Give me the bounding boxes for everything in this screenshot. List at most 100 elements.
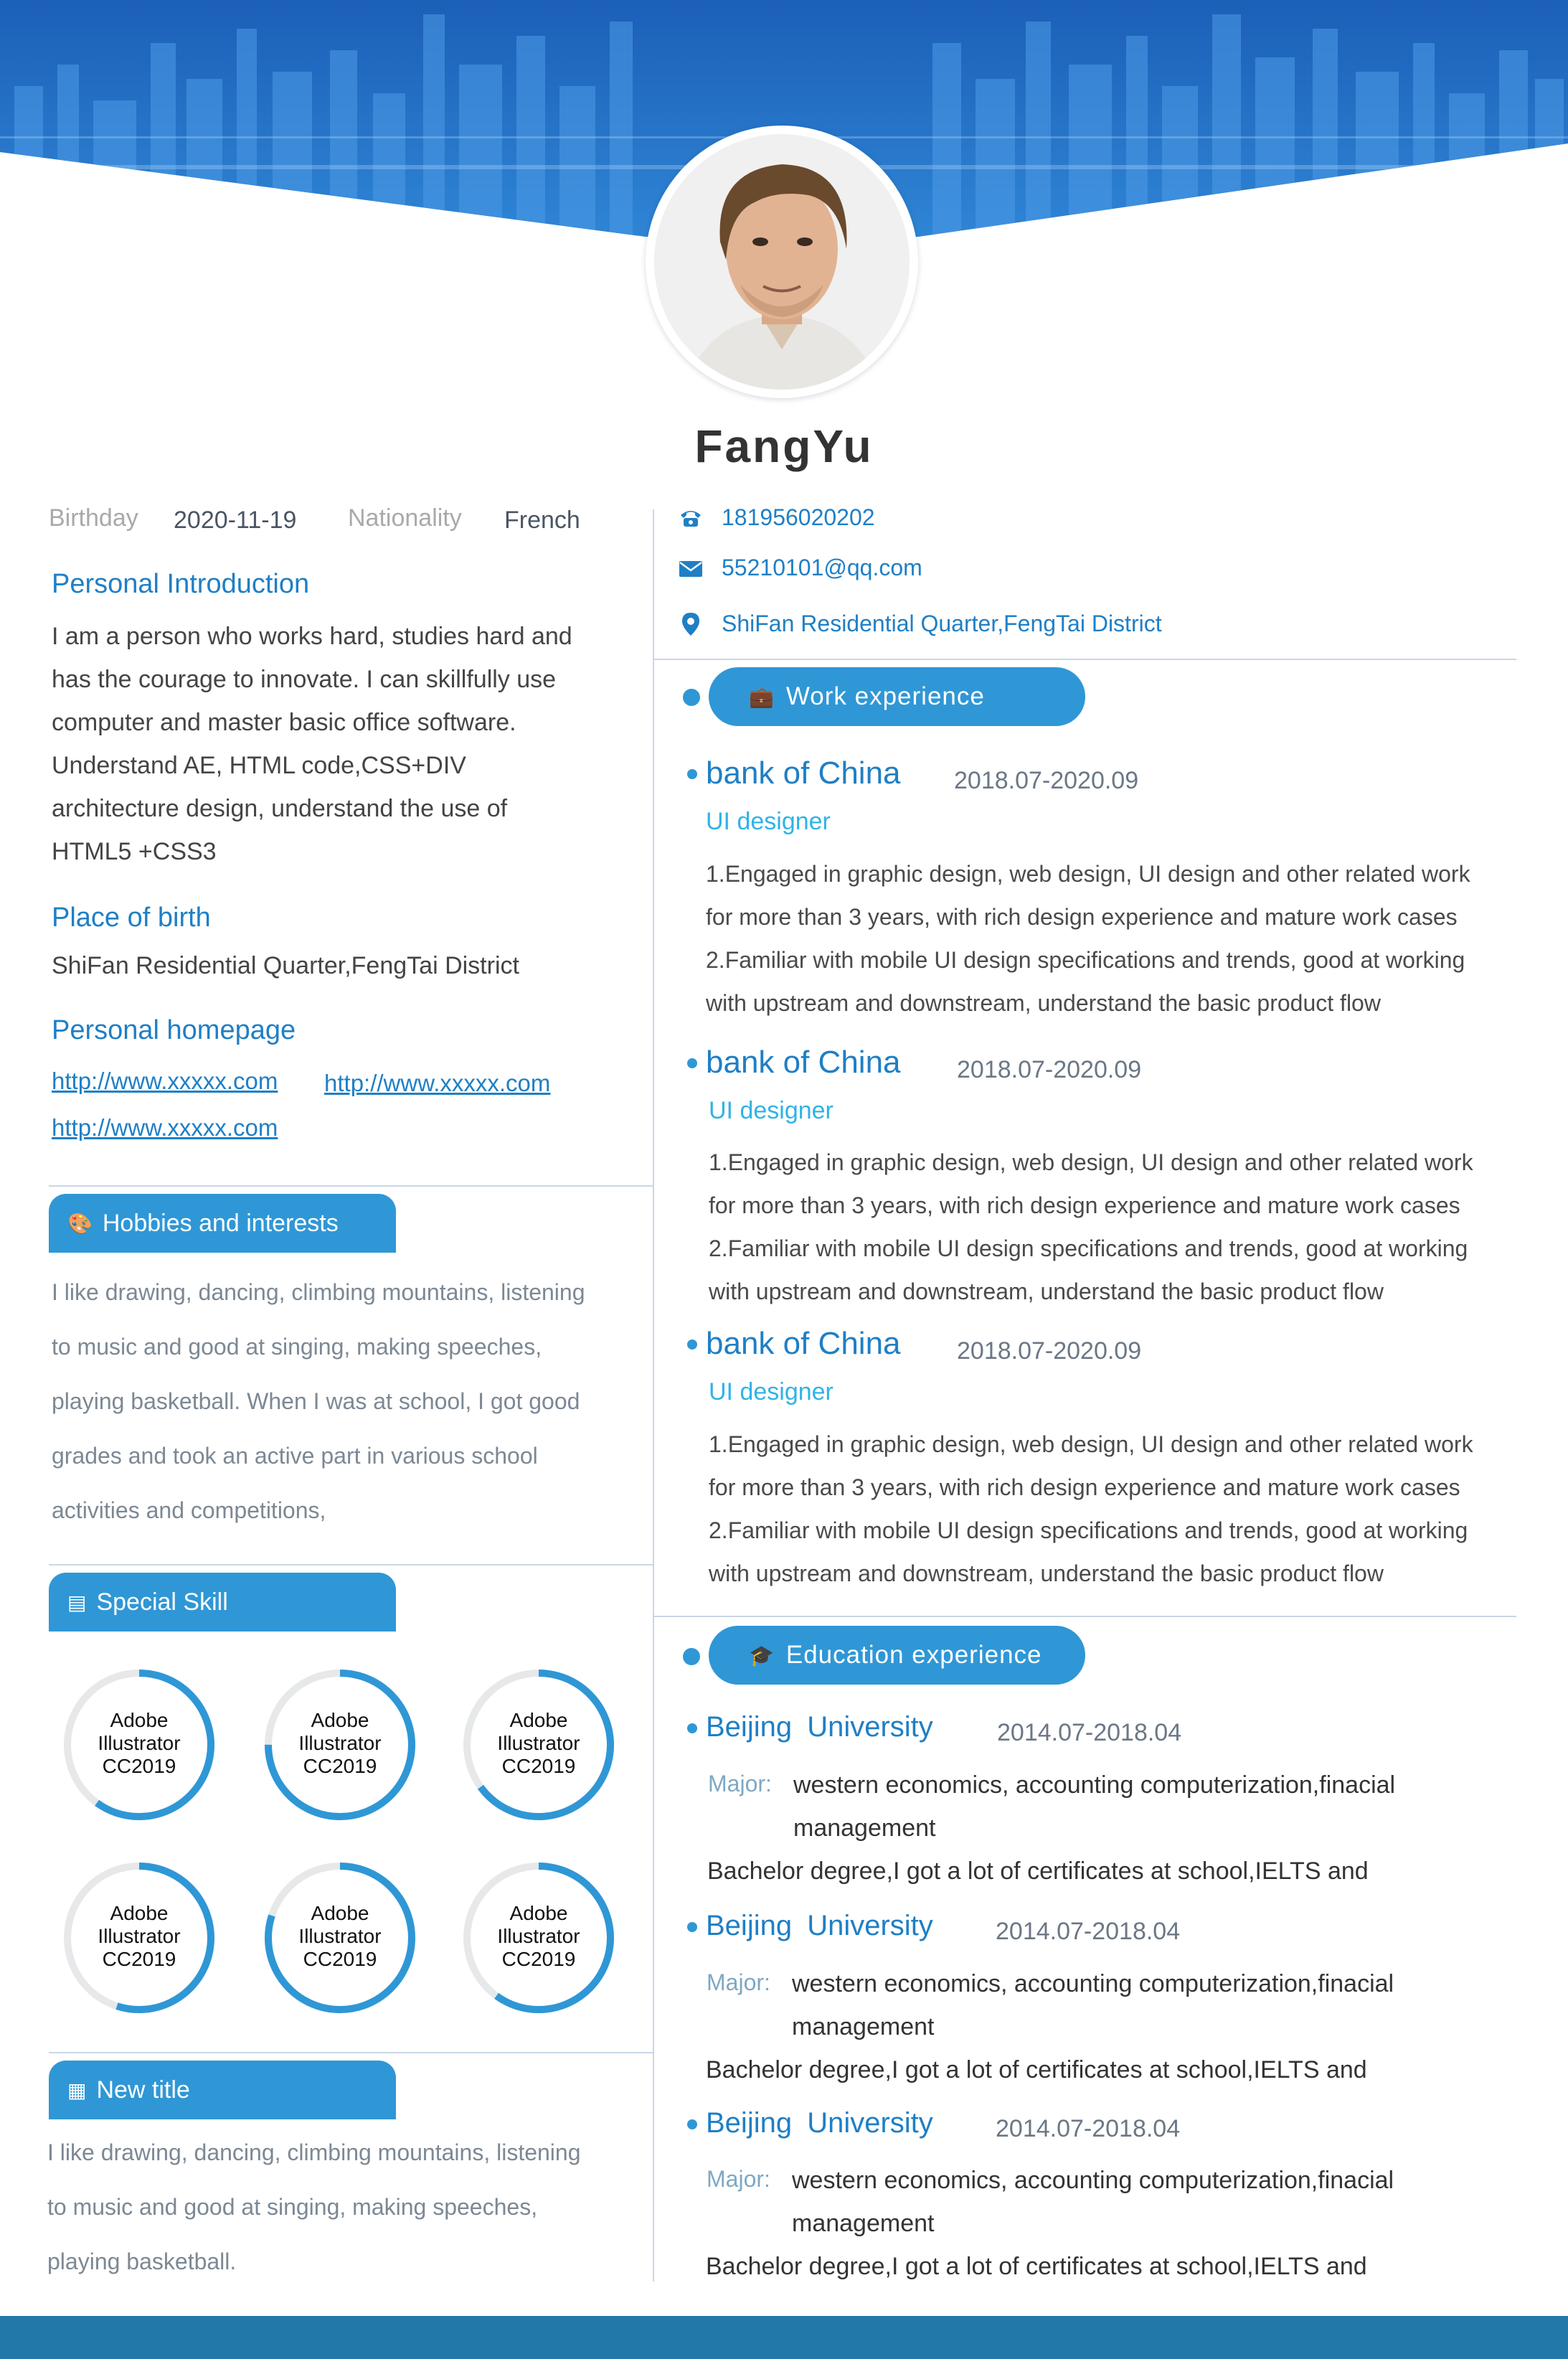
hobbies-header: 🎨 Hobbies and interests — [49, 1194, 396, 1253]
nationality-label: Nationality — [348, 504, 462, 532]
skill-circle: Adobe Illustrator CC2019 — [461, 1860, 616, 2015]
major-text: western economics, accounting computeriz… — [792, 1970, 1394, 2040]
skill-label: Adobe Illustrator CC2019 — [461, 1902, 616, 1971]
skill-circle: Adobe Illustrator CC2019 — [62, 1860, 217, 2015]
homepage-link-1[interactable]: http://www.xxxxx.com — [52, 1068, 278, 1095]
education-date: 2014.07-2018.04 — [996, 2115, 1181, 2142]
skill-label-line: Illustrator — [98, 1732, 181, 1754]
timeline-dot — [687, 1058, 697, 1068]
skill-circle: Adobe Illustrator CC2019 — [461, 1667, 616, 1822]
education-header: 🎓 Education experience — [709, 1626, 1085, 1685]
skill-label-line: Adobe — [509, 1902, 568, 1924]
major-text: western economics, accounting computeriz… — [793, 1771, 1396, 1842]
company-name: bank of China — [706, 1326, 901, 1361]
address: ShiFan Residential Quarter,FengTai Distr… — [722, 611, 1162, 636]
divider — [49, 1185, 653, 1187]
skill-label: Adobe Illustrator CC2019 — [263, 1902, 417, 1971]
job-role: UI designer — [709, 1378, 833, 1405]
work-header: 💼 Work experience — [709, 667, 1085, 726]
skill-label: Adobe Illustrator CC2019 — [62, 1902, 217, 1971]
education-date: 2014.07-2018.04 — [997, 1719, 1182, 1746]
birthday-label: Birthday — [49, 504, 138, 532]
major-label: Major: — [707, 2166, 770, 2192]
skill-label-line: Adobe — [311, 1902, 369, 1924]
timeline-dot — [687, 1922, 697, 1932]
company-name: bank of China — [706, 1045, 901, 1080]
skill-label-line: Illustrator — [497, 1925, 580, 1947]
divider — [49, 1564, 653, 1565]
school-name: Beijing University — [706, 1711, 933, 1743]
timeline-dot — [687, 769, 697, 779]
hobbies-text: I like drawing, dancing, climbing mounta… — [52, 1279, 585, 1523]
birthplace-value: ShiFan Residential Quarter,FengTai Distr… — [52, 952, 519, 979]
skill-circle: Adobe Illustrator CC2019 — [263, 1860, 417, 2015]
skill-label-line: Illustrator — [497, 1732, 580, 1754]
new-section-header: ▦ New title — [49, 2061, 396, 2119]
timeline-dot — [687, 2119, 697, 2129]
skill-label-line: CC2019 — [303, 1948, 377, 1970]
homepage-link-2[interactable]: http://www.xxxxx.com — [324, 1070, 550, 1097]
work-description: 1.Engaged in graphic design, web design,… — [706, 861, 1470, 1016]
homepage-title: Personal homepage — [52, 1015, 296, 1045]
major-text: western economics, accounting computeriz… — [792, 2167, 1394, 2237]
work-date: 2018.07-2020.09 — [954, 767, 1139, 794]
skill-circle: Adobe Illustrator CC2019 — [62, 1667, 217, 1822]
job-role: UI designer — [706, 808, 831, 835]
education-date: 2014.07-2018.04 — [996, 1918, 1181, 1945]
avatar — [654, 134, 910, 390]
job-role: UI designer — [709, 1097, 833, 1124]
skills-header: ▤ Special Skill — [49, 1573, 396, 1631]
skill-label-line: CC2019 — [501, 1948, 576, 1970]
skill-circle: Adobe Illustrator CC2019 — [263, 1667, 417, 1822]
timeline-dot — [687, 1723, 697, 1733]
major-label: Major: — [707, 1969, 770, 1995]
skill-label-line: CC2019 — [303, 1755, 377, 1777]
birthday-value: 2020-11-19 — [174, 507, 297, 534]
homepage-link-3[interactable]: http://www.xxxxx.com — [52, 1114, 278, 1141]
email-icon — [679, 561, 702, 577]
graduation-cap-icon: 🎓 — [749, 1644, 775, 1667]
grid-icon: ▦ — [67, 2078, 87, 2101]
work-description: 1.Engaged in graphic design, web design,… — [709, 1149, 1473, 1304]
divider — [654, 659, 1516, 660]
skill-label: Adobe Illustrator CC2019 — [62, 1709, 217, 1778]
degree-text: Bachelor degree,I got a lot of certifica… — [706, 2253, 1367, 2280]
skill-label-line: CC2019 — [102, 1948, 176, 1970]
work-title: Work experience — [785, 682, 985, 710]
skill-label-line: Adobe — [110, 1902, 169, 1924]
card-icon: ▤ — [67, 1591, 87, 1614]
divider — [49, 2052, 653, 2053]
skills-title: Special Skill — [96, 1588, 228, 1616]
skill-label-line: Adobe — [311, 1709, 369, 1731]
timeline-dot — [683, 689, 700, 706]
birthplace-title: Place of birth — [52, 903, 211, 933]
person-name: FangYu — [694, 420, 874, 472]
briefcase-icon: 💼 — [749, 685, 775, 708]
intro-text: I am a person who works hard, studies ha… — [52, 623, 572, 865]
major-label: Major: — [708, 1771, 772, 1797]
school-name: Beijing University — [706, 2107, 933, 2139]
school-name: Beijing University — [706, 1910, 933, 1941]
education-title: Education experience — [785, 1641, 1042, 1669]
skill-label: Adobe Illustrator CC2019 — [263, 1709, 417, 1778]
divider — [654, 1616, 1516, 1617]
degree-text: Bachelor degree,I got a lot of certifica… — [707, 1857, 1369, 1885]
new-section-title: New title — [96, 2076, 190, 2104]
company-name: bank of China — [706, 755, 901, 791]
work-date: 2018.07-2020.09 — [957, 1056, 1142, 1083]
column-divider — [653, 509, 654, 2282]
work-date: 2018.07-2020.09 — [957, 1337, 1142, 1365]
location-icon — [682, 613, 699, 636]
skill-label-line: Illustrator — [298, 1925, 382, 1947]
skill-label-line: Adobe — [509, 1709, 568, 1731]
work-description: 1.Engaged in graphic design, web design,… — [709, 1431, 1473, 1586]
intro-title: Personal Introduction — [52, 569, 310, 599]
palette-icon: 🎨 — [67, 1212, 93, 1235]
phone-number: 181956020202 — [722, 504, 875, 530]
phone-icon — [681, 511, 701, 527]
footer-bar — [0, 2316, 1568, 2359]
skill-label-line: CC2019 — [501, 1755, 576, 1777]
nationality-value: French — [504, 507, 580, 534]
hobbies-title: Hobbies and interests — [102, 1209, 339, 1237]
timeline-dot — [687, 1339, 697, 1350]
